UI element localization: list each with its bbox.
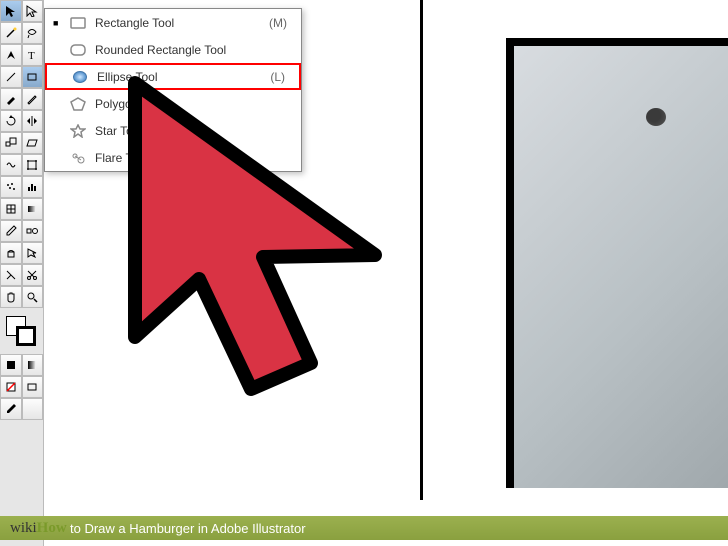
caption-bar: wikiHow to Draw a Hamburger in Adobe Ill… [0,516,728,540]
rounded-rectangle-icon [67,44,89,56]
menu-label: Ellipse Tool [91,70,270,84]
menu-shortcut: (M) [269,16,293,30]
menu-ellipse-tool[interactable]: Ellipse Tool (L) [45,63,301,90]
tool-pencil[interactable] [22,88,44,110]
artboard-edge [420,0,423,500]
tool-slice[interactable] [0,264,22,286]
rectangle-icon [67,17,89,29]
menu-label: Flare Tool [89,151,287,165]
brand-suffix: How [37,520,67,536]
tool-reflect[interactable] [22,110,44,132]
tool-pen[interactable] [0,44,22,66]
wikihow-logo: wikiHow [10,520,67,537]
brand-prefix: wiki [10,520,37,536]
color-mode-none[interactable] [0,376,22,398]
menu-label: Rounded Rectangle Tool [89,43,287,57]
tool-scissors[interactable] [22,264,44,286]
svg-text:T: T [28,50,35,61]
tool-direct-select[interactable] [22,0,44,22]
tool-live-paint-select[interactable] [22,242,44,264]
tool-hand[interactable] [0,286,22,308]
tool-line[interactable] [0,66,22,88]
tool-selection[interactable] [0,0,22,22]
selected-marker: ■ [53,18,67,28]
tool-misc[interactable] [22,398,44,420]
menu-label: Rectangle Tool [89,16,269,30]
caption-text: to Draw a Hamburger in Adobe Illustrator [70,521,306,536]
menu-flare-tool[interactable]: Flare Tool [45,144,301,171]
color-mode-gradient[interactable] [22,354,44,376]
tool-eyedropper[interactable] [0,220,22,242]
tool-lasso[interactable] [22,22,44,44]
color-swatch[interactable] [0,312,43,354]
tool-shear[interactable] [22,132,44,154]
menu-shortcut: (L) [270,70,291,84]
tool-graph[interactable] [22,176,44,198]
tool-rotate[interactable] [0,110,22,132]
menu-label: Star Tool [89,124,287,138]
tool-live-paint[interactable] [0,242,22,264]
menu-rounded-rectangle-tool[interactable]: Rounded Rectangle Tool [45,36,301,63]
eyedropper-alt[interactable] [0,398,22,420]
tool-gradient[interactable] [22,198,44,220]
tool-type[interactable]: T [22,44,44,66]
menu-rectangle-tool[interactable]: ■ Rectangle Tool (M) [45,9,301,36]
photo-dot [646,108,666,126]
screen-mode[interactable] [22,376,44,398]
shape-tool-flyout: ■ Rectangle Tool (M) Rounded Rectangle T… [44,8,302,172]
menu-polygon-tool[interactable]: Polygon [45,90,301,117]
polygon-icon [67,97,89,111]
tool-warp[interactable] [0,154,22,176]
tool-zoom[interactable] [22,286,44,308]
tools-panel: T [0,0,44,546]
flare-icon [67,151,89,165]
tool-blend[interactable] [22,220,44,242]
color-mode-fill[interactable] [0,354,22,376]
tool-paintbrush[interactable] [0,88,22,110]
tool-mesh[interactable] [0,198,22,220]
reference-photo [506,38,728,488]
menu-star-tool[interactable]: Star Tool [45,117,301,144]
tool-magic-wand[interactable] [0,22,22,44]
star-icon [67,124,89,138]
ellipse-icon [69,70,91,84]
tool-symbol-sprayer[interactable] [0,176,22,198]
tool-free-transform[interactable] [22,154,44,176]
tool-scale[interactable] [0,132,22,154]
menu-label: Polygon [89,97,287,111]
tool-rectangle[interactable] [22,66,44,88]
